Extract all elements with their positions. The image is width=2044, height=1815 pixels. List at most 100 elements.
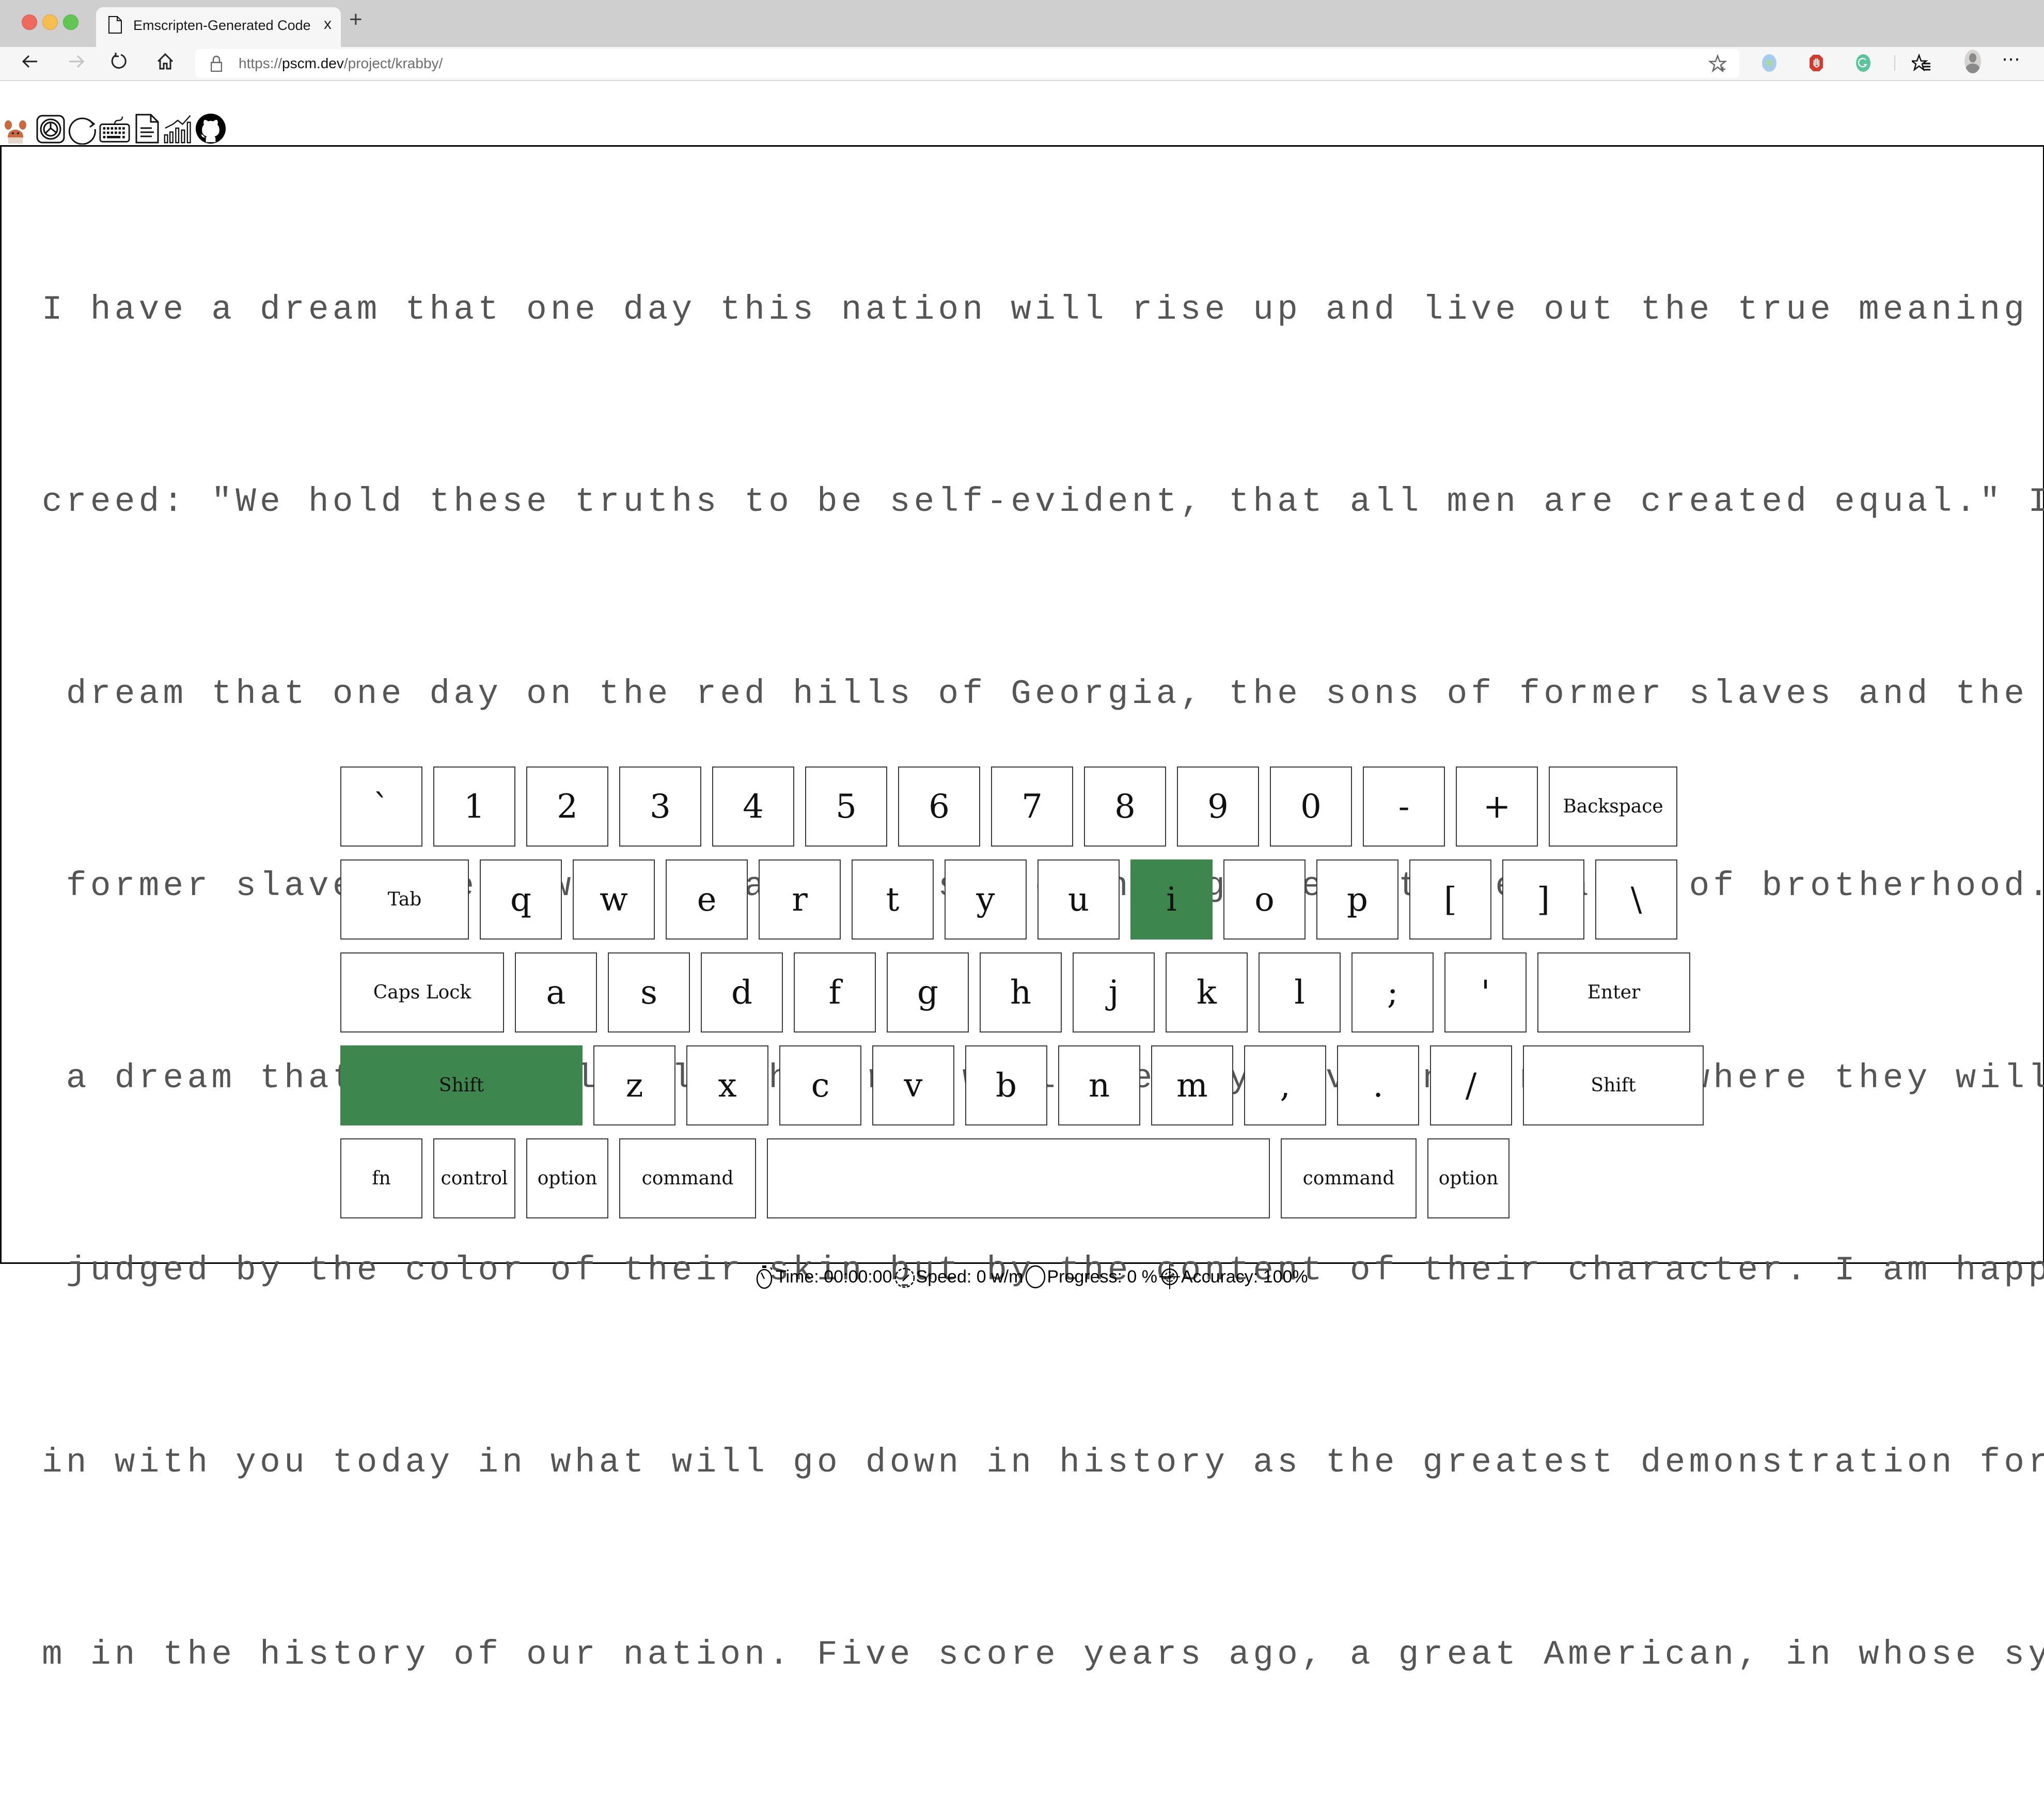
key-control[interactable]: control: [433, 1138, 515, 1218]
key-y[interactable]: y: [945, 859, 1027, 940]
url-scheme: https://: [239, 55, 282, 71]
address-bar[interactable]: https://pscm.dev/project/krabby/: [195, 49, 1739, 78]
maximize-window-button[interactable]: [63, 14, 78, 30]
speed-readout: Speed: 0 w/m: [916, 1266, 1024, 1287]
stats-chart-icon[interactable]: [163, 113, 194, 145]
key--[interactable]: -: [1363, 766, 1445, 847]
favorites-list-icon[interactable]: [1912, 53, 1932, 74]
key-u46[interactable]: .: [1337, 1045, 1419, 1125]
passage-line: m in the history of our nation. Five sco…: [42, 1635, 2044, 1674]
key-x[interactable]: x: [686, 1045, 768, 1125]
key-w[interactable]: w: [573, 859, 655, 940]
minimize-window-button[interactable]: [42, 14, 58, 30]
url-text[interactable]: https://pscm.dev/project/krabby/: [239, 55, 443, 72]
key-command[interactable]: command: [1281, 1138, 1417, 1218]
status-bar: Time: 00:00:00 Speed: 0 w/m Progress: 0 …: [753, 1263, 1309, 1291]
key-e[interactable]: e: [666, 859, 748, 940]
key-u91[interactable]: [: [1409, 859, 1491, 940]
key-d[interactable]: d: [701, 952, 783, 1032]
key-option[interactable]: option: [1427, 1138, 1510, 1218]
accuracy-readout: Accuracy: 100%: [1181, 1266, 1308, 1287]
browser-toolbar: https://pscm.dev/project/krabby/ ⋯: [0, 47, 2044, 81]
key-0[interactable]: 0: [1270, 766, 1352, 847]
key-u96[interactable]: `: [340, 766, 422, 847]
key-k[interactable]: k: [1166, 952, 1248, 1032]
key-command[interactable]: command: [619, 1138, 756, 1218]
key-shift[interactable]: Shift: [340, 1045, 583, 1125]
key-p[interactable]: p: [1316, 859, 1398, 940]
key-g[interactable]: g: [887, 952, 969, 1032]
close-window-button[interactable]: [22, 14, 37, 30]
extension-icon-blue-circle[interactable]: [1762, 54, 1776, 72]
tab-title: Emscripten-Generated Code: [133, 18, 311, 33]
progress-readout: Progress: 0 %: [1047, 1266, 1157, 1287]
theme-icon[interactable]: [35, 113, 66, 145]
key-h[interactable]: h: [980, 952, 1062, 1032]
key-5[interactable]: 5: [805, 766, 887, 847]
key-tab[interactable]: Tab: [340, 859, 469, 940]
key-z[interactable]: z: [593, 1045, 675, 1125]
key-c[interactable]: c: [779, 1045, 861, 1125]
lock-icon[interactable]: [211, 55, 222, 72]
key-u59[interactable]: ;: [1351, 952, 1434, 1032]
browser-tab-bar: Emscripten-Generated Code x +: [0, 0, 2044, 47]
key-8[interactable]: 8: [1084, 766, 1166, 847]
key-4[interactable]: 4: [712, 766, 794, 847]
key-b[interactable]: b: [965, 1045, 1047, 1125]
key-f[interactable]: f: [794, 952, 876, 1032]
url-domain: pscm.dev: [282, 55, 344, 71]
home-icon[interactable]: [155, 51, 176, 72]
key-3[interactable]: 3: [619, 766, 701, 847]
key-l[interactable]: l: [1259, 952, 1341, 1032]
toolbar-separator: [1894, 55, 1895, 71]
keyboard-icon[interactable]: [99, 113, 130, 145]
adblock-extension-icon[interactable]: [1809, 54, 1823, 72]
passage-line: in with you today in what will go down i…: [42, 1443, 2044, 1482]
key-n[interactable]: n: [1058, 1045, 1140, 1125]
key-t[interactable]: t: [852, 859, 934, 940]
add-favorite-star-icon[interactable]: [1708, 54, 1727, 73]
key-u43[interactable]: +: [1456, 766, 1538, 847]
tab-close-button[interactable]: x: [324, 15, 332, 33]
key-shift[interactable]: Shift: [1523, 1045, 1704, 1125]
key-q[interactable]: q: [480, 859, 562, 940]
grammarly-extension-icon[interactable]: [1856, 54, 1870, 72]
key-option[interactable]: option: [526, 1138, 608, 1218]
text-document-icon[interactable]: [131, 113, 162, 145]
github-icon[interactable]: [195, 113, 226, 145]
key-u92[interactable]: \: [1595, 859, 1677, 940]
key-s[interactable]: s: [608, 952, 690, 1032]
key-enter[interactable]: Enter: [1537, 952, 1690, 1032]
reload-icon[interactable]: [108, 51, 129, 72]
key-caps-lock[interactable]: Caps Lock: [340, 952, 504, 1032]
key-backspace[interactable]: Backspace: [1549, 766, 1677, 847]
key-space[interactable]: [767, 1138, 1270, 1218]
key-1[interactable]: 1: [433, 766, 515, 847]
key-r[interactable]: r: [759, 859, 841, 940]
profile-avatar[interactable]: [1964, 50, 1981, 73]
crab-logo-icon[interactable]: [3, 119, 28, 145]
key-o[interactable]: o: [1223, 859, 1306, 940]
back-arrow-icon[interactable]: [20, 51, 40, 72]
more-menu-button[interactable]: ⋯: [2002, 48, 2021, 70]
key-fn[interactable]: fn: [340, 1138, 422, 1218]
key-6[interactable]: 6: [898, 766, 980, 847]
browser-tab[interactable]: Emscripten-Generated Code x: [96, 7, 341, 47]
speedometer-icon: [894, 1268, 915, 1288]
key-u93[interactable]: ]: [1502, 859, 1584, 940]
new-tab-button[interactable]: +: [349, 8, 363, 31]
key-u[interactable]: u: [1037, 859, 1120, 940]
key-u39[interactable]: ': [1444, 952, 1527, 1032]
forward-arrow-icon[interactable]: [66, 51, 87, 72]
key-a[interactable]: a: [515, 952, 597, 1032]
restart-icon[interactable]: [67, 113, 98, 145]
key-v[interactable]: v: [872, 1045, 954, 1125]
key-i[interactable]: i: [1130, 859, 1213, 940]
key-u47[interactable]: /: [1430, 1045, 1512, 1125]
key-u44[interactable]: ,: [1244, 1045, 1326, 1125]
key-j[interactable]: j: [1073, 952, 1155, 1032]
key-2[interactable]: 2: [526, 766, 608, 847]
key-7[interactable]: 7: [991, 766, 1073, 847]
key-9[interactable]: 9: [1177, 766, 1259, 847]
key-m[interactable]: m: [1151, 1045, 1233, 1125]
